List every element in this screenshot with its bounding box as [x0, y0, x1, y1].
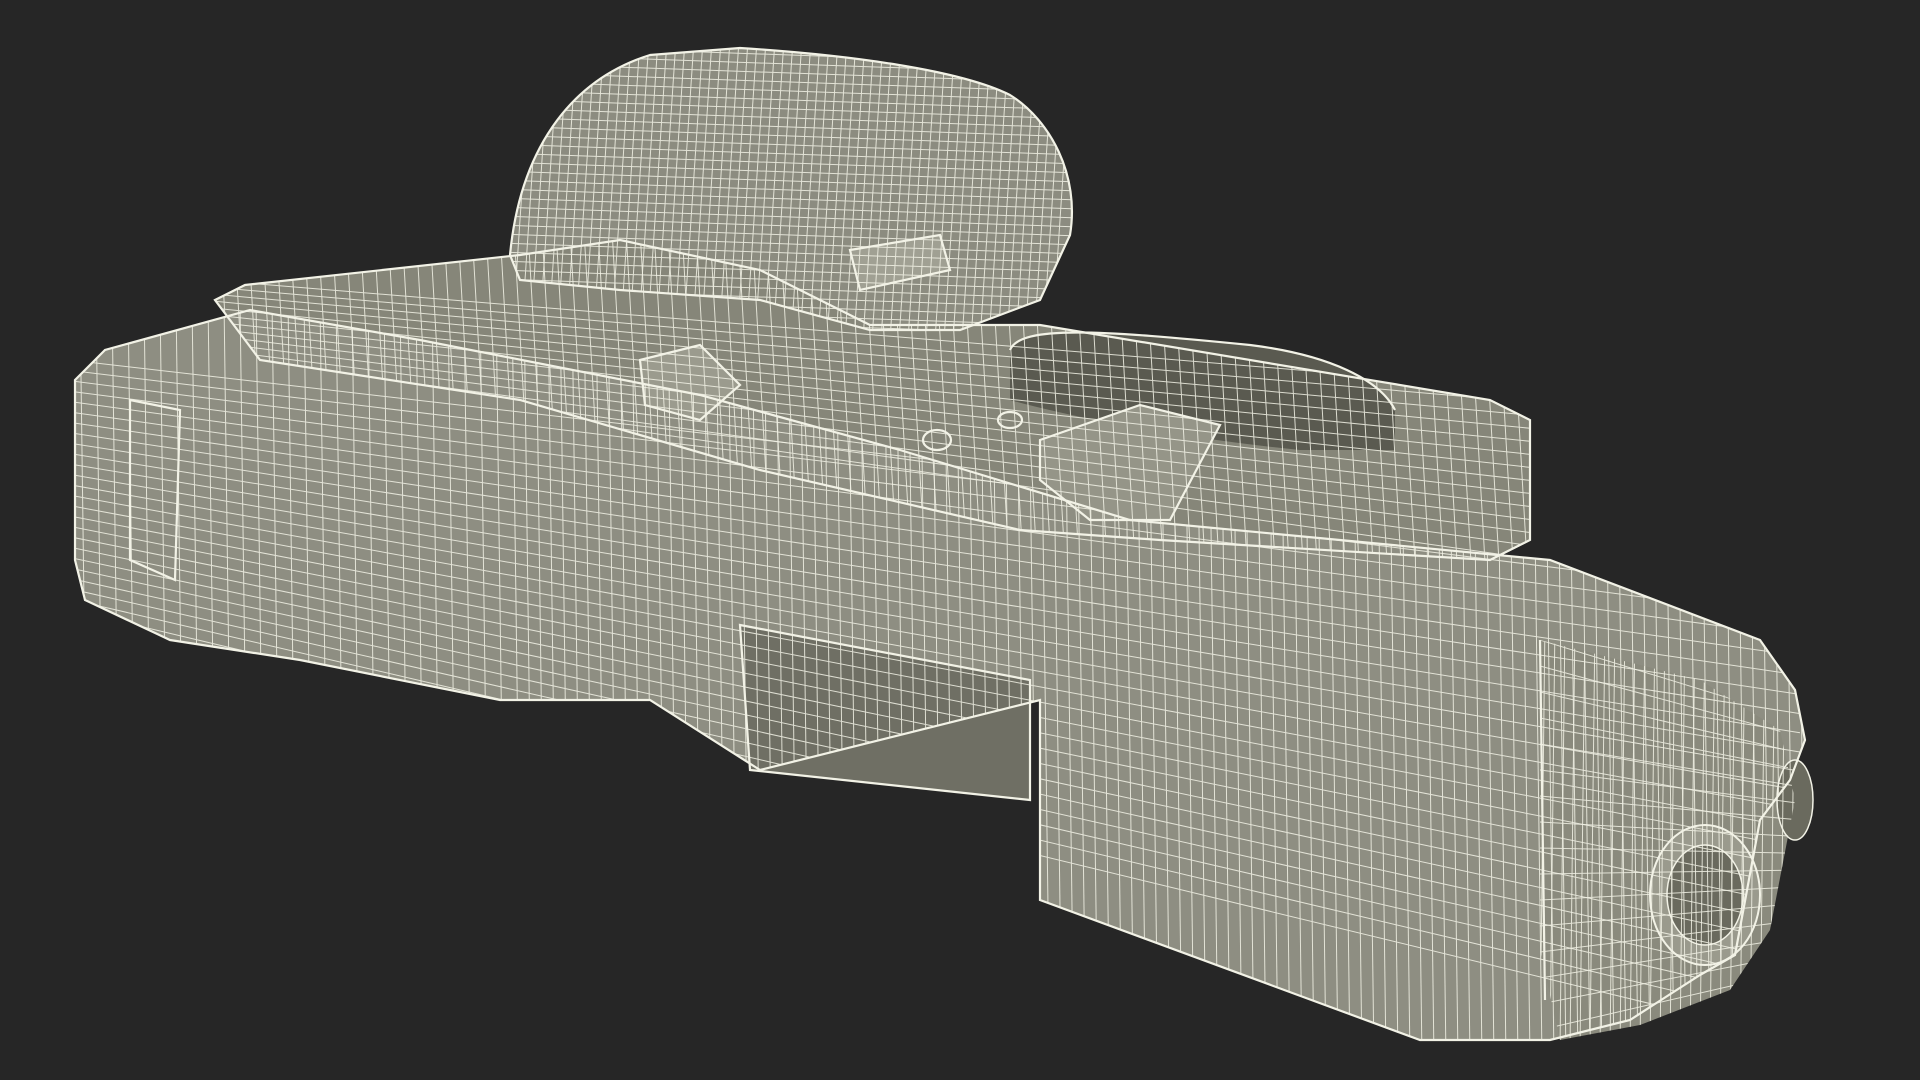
wireframe-render: [73, 46, 1814, 1042]
render-viewport: [0, 0, 1920, 1080]
